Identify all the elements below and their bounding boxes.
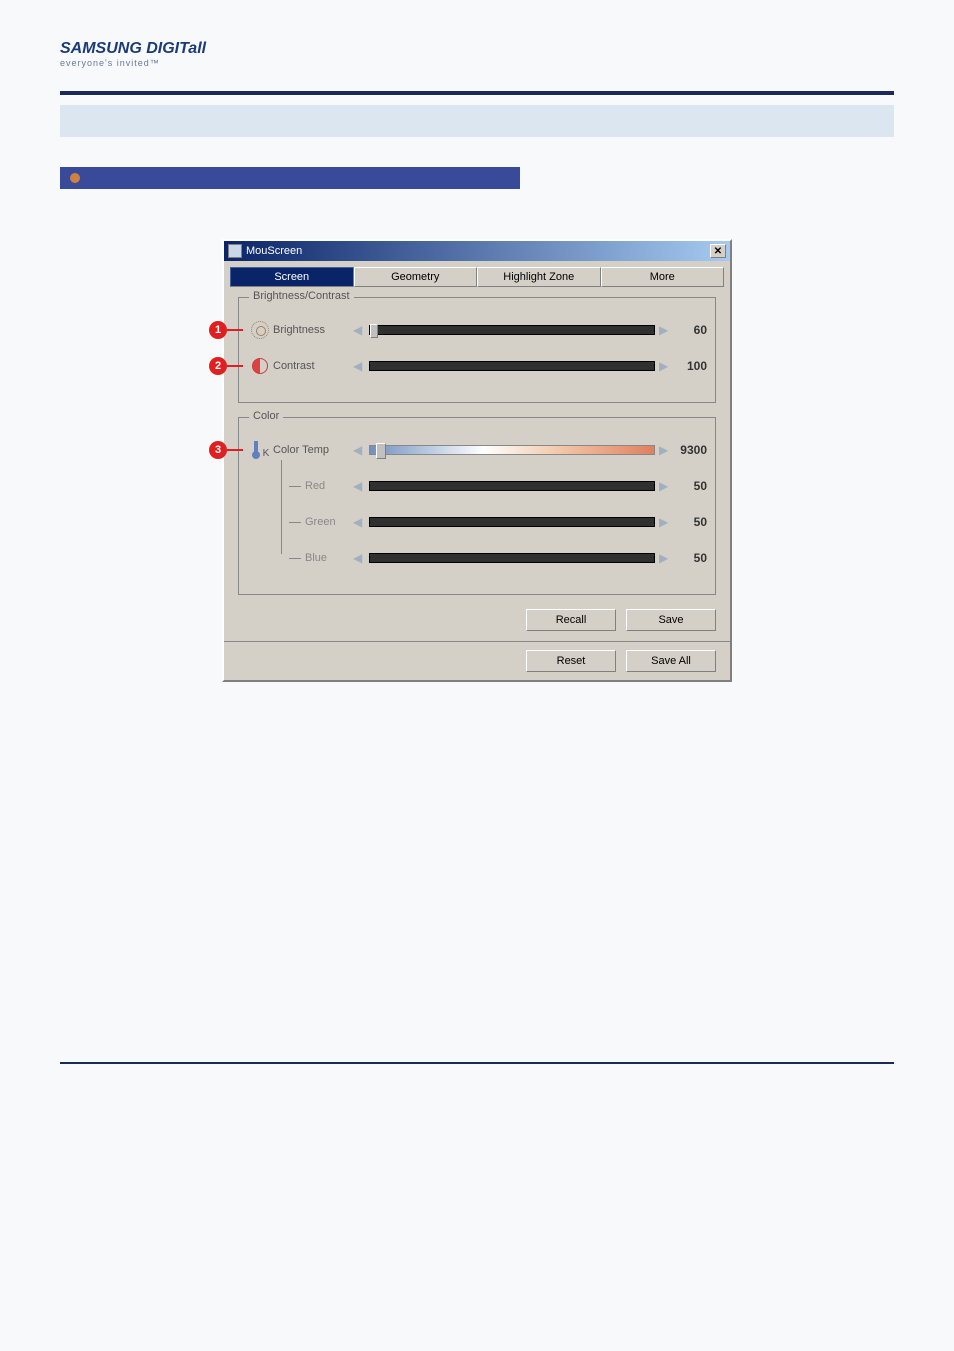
brightness-label: Brightness: [273, 324, 353, 336]
tab-bar: Screen Geometry Highlight Zone More: [224, 267, 730, 287]
marker-2: 2: [209, 357, 227, 375]
green-decrease[interactable]: ◀: [353, 515, 365, 529]
group-label-bc: Brightness/Contrast: [249, 290, 354, 302]
brightness-row: 1 Brightness ◀ ▶ 60: [247, 316, 707, 344]
marker-1: 1: [209, 321, 227, 339]
contrast-label: Contrast: [273, 360, 353, 372]
header-banner: [60, 105, 894, 137]
blue-value: 50: [671, 551, 707, 565]
color-temp-value: 9300: [671, 443, 707, 457]
marker-3: 3: [209, 441, 227, 459]
brightness-contrast-group: Brightness/Contrast 1 Brightness ◀ ▶ 60 …: [238, 297, 716, 403]
footer-divider: [60, 1062, 894, 1064]
color-temp-decrease[interactable]: ◀: [353, 443, 365, 457]
color-temp-slider[interactable]: [369, 445, 655, 455]
window-icon: [228, 244, 242, 258]
green-value: 50: [671, 515, 707, 529]
color-temp-icon: [251, 441, 261, 459]
reset-button[interactable]: Reset: [526, 650, 616, 672]
recall-button[interactable]: Recall: [526, 609, 616, 631]
marker-line-1: [227, 329, 243, 331]
blue-slider[interactable]: [369, 553, 655, 563]
marker-line-3: [227, 449, 243, 451]
logo-area: SAMSUNG DIGITall everyone's invited™: [60, 40, 894, 71]
contrast-value: 100: [671, 359, 707, 373]
brightness-increase[interactable]: ▶: [659, 323, 671, 337]
tree-branch-blue: [289, 558, 301, 559]
blue-increase[interactable]: ▶: [659, 551, 671, 565]
contrast-decrease[interactable]: ◀: [353, 359, 365, 373]
color-temp-row: 3 K Color Temp ◀ ▶ 9300: [247, 436, 707, 464]
red-increase[interactable]: ▶: [659, 479, 671, 493]
brightness-slider[interactable]: [369, 325, 655, 335]
tab-button-row: Recall Save: [238, 609, 716, 631]
tab-geometry[interactable]: Geometry: [354, 267, 478, 287]
bullet-icon: [70, 173, 80, 183]
contrast-icon: [252, 358, 268, 374]
green-slider[interactable]: [369, 517, 655, 527]
blue-row: Blue ◀ ▶ 50: [247, 544, 707, 572]
titlebar: MouScreen ✕: [224, 241, 730, 261]
color-temp-increase[interactable]: ▶: [659, 443, 671, 457]
red-row: Red ◀ ▶ 50: [247, 472, 707, 500]
divider: [60, 91, 894, 95]
tab-screen[interactable]: Screen: [230, 267, 354, 287]
tree-branch-green: [289, 522, 301, 523]
save-all-button[interactable]: Save All: [626, 650, 716, 672]
logo-tagline: everyone's invited™: [60, 58, 206, 68]
group-label-color: Color: [249, 410, 283, 422]
contrast-slider[interactable]: [369, 361, 655, 371]
contrast-increase[interactable]: ▶: [659, 359, 671, 373]
mouscreen-window: MouScreen ✕ Screen Geometry Highlight Zo…: [222, 239, 732, 682]
contrast-row: 2 Contrast ◀ ▶ 100: [247, 352, 707, 380]
green-row: Green ◀ ▶ 50: [247, 508, 707, 536]
tab-more[interactable]: More: [601, 267, 725, 287]
red-slider[interactable]: [369, 481, 655, 491]
red-value: 50: [671, 479, 707, 493]
section-bar: [60, 167, 520, 189]
tab-highlight-zone[interactable]: Highlight Zone: [477, 267, 601, 287]
color-temp-label: Color Temp: [273, 444, 353, 456]
kelvin-icon: K: [263, 448, 270, 459]
close-button[interactable]: ✕: [710, 244, 726, 258]
red-decrease[interactable]: ◀: [353, 479, 365, 493]
save-button[interactable]: Save: [626, 609, 716, 631]
brightness-decrease[interactable]: ◀: [353, 323, 365, 337]
tab-content: Brightness/Contrast 1 Brightness ◀ ▶ 60 …: [224, 287, 730, 641]
brightness-icon: [251, 321, 269, 339]
logo-brand: SAMSUNG DIGITall: [60, 40, 206, 58]
window-title: MouScreen: [246, 245, 710, 257]
marker-line-2: [227, 365, 243, 367]
brightness-value: 60: [671, 323, 707, 337]
green-increase[interactable]: ▶: [659, 515, 671, 529]
color-group: Color 3 K Color Temp ◀ ▶ 9300: [238, 417, 716, 595]
bottom-button-bar: Reset Save All: [224, 641, 730, 680]
tree-branch-red: [289, 486, 301, 487]
blue-decrease[interactable]: ◀: [353, 551, 365, 565]
